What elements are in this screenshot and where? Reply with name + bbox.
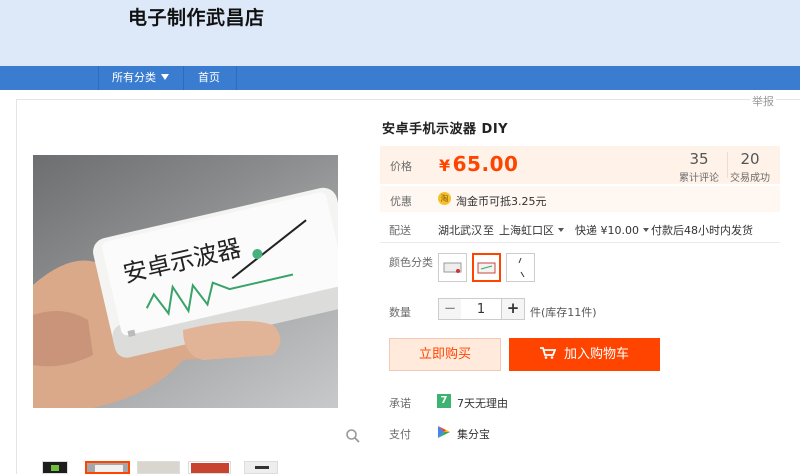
sales-stat: 20 交易成功 bbox=[728, 150, 772, 184]
nav-divider bbox=[236, 66, 237, 90]
ship-from: 湖北武汉 bbox=[438, 224, 482, 237]
color-option-3[interactable] bbox=[506, 253, 535, 282]
sales-count: 20 bbox=[740, 150, 760, 168]
buy-now-button[interactable]: 立即购买 bbox=[389, 338, 501, 371]
main-product-image[interactable]: 安卓示波器 bbox=[33, 155, 338, 408]
ship-to-word: 至 bbox=[483, 224, 494, 237]
thumbnail[interactable] bbox=[85, 461, 130, 474]
quantity-label: 数量 bbox=[389, 306, 411, 319]
sales-label: 交易成功 bbox=[730, 173, 770, 184]
shipping-row: 配送 湖北武汉 至 上海虹口区 快递 ¥10.00 付款后48小时内发货 bbox=[380, 214, 780, 243]
thumbnail[interactable] bbox=[244, 461, 278, 474]
color-label: 颜色分类 bbox=[389, 256, 433, 269]
thumbnail[interactable] bbox=[137, 461, 180, 474]
reviews-label: 累计评论 bbox=[679, 173, 719, 184]
product-title: 安卓手机示波器 DIY bbox=[382, 122, 509, 137]
promise-text[interactable]: 7天无理由 bbox=[457, 395, 508, 411]
price-value: ¥65.00 bbox=[439, 152, 519, 176]
promo-row: 优惠 淘 淘金币可抵3.25元 bbox=[380, 186, 780, 212]
nav-home[interactable]: 首页 bbox=[198, 66, 220, 90]
stock-text: 件(库存11件) bbox=[530, 306, 597, 319]
ship-time: 付款后48小时内发货 bbox=[651, 224, 753, 237]
thumbnail[interactable] bbox=[188, 461, 231, 474]
chevron-down-icon bbox=[643, 228, 649, 232]
color-option-1[interactable] bbox=[438, 253, 467, 282]
thumbnail[interactable] bbox=[42, 461, 68, 474]
quantity-decrease-button[interactable]: − bbox=[438, 298, 462, 320]
chevron-down-icon bbox=[558, 228, 564, 232]
ship-method-select[interactable]: 快递 ¥10.00 bbox=[575, 222, 649, 238]
quantity-increase-button[interactable]: + bbox=[501, 298, 525, 320]
taojinbi-coin-icon: 淘 bbox=[438, 192, 451, 205]
nav-all-categories-label: 所有分类 bbox=[112, 71, 156, 84]
payment-text: 集分宝 bbox=[457, 428, 490, 441]
ship-to-select[interactable]: 上海虹口区 bbox=[499, 222, 564, 238]
payment-label: 支付 bbox=[389, 428, 411, 441]
caret-down-icon bbox=[161, 74, 169, 80]
product-photo: 安卓示波器 bbox=[33, 187, 338, 408]
reviews-stat[interactable]: 35 累计评论 bbox=[671, 150, 727, 184]
add-to-cart-button[interactable]: 加入购物车 bbox=[509, 338, 660, 371]
nav-bar: 所有分类 首页 bbox=[0, 66, 800, 90]
add-to-cart-label: 加入购物车 bbox=[563, 347, 629, 362]
price-panel: 价格 ¥65.00 35 累计评论 20 交易成功 bbox=[380, 146, 780, 184]
magnifier-icon[interactable] bbox=[345, 428, 361, 444]
reviews-count: 35 bbox=[689, 150, 709, 168]
report-link[interactable]: 举报 bbox=[750, 93, 776, 109]
jifenbao-icon bbox=[438, 426, 450, 438]
shipping-label: 配送 bbox=[389, 224, 411, 237]
cart-icon bbox=[539, 347, 556, 359]
quantity-input[interactable] bbox=[461, 298, 501, 320]
color-option-2[interactable] bbox=[472, 253, 501, 282]
promo-label: 优惠 bbox=[390, 195, 412, 208]
nav-divider bbox=[183, 66, 184, 90]
shop-header: 电子制作武昌店 bbox=[0, 0, 800, 66]
promise-label: 承诺 bbox=[389, 397, 411, 410]
promo-text: 淘金币可抵3.25元 bbox=[456, 195, 547, 208]
price-label: 价格 bbox=[390, 160, 412, 173]
seven-days-return-icon: 7 bbox=[437, 394, 451, 408]
nav-all-categories[interactable]: 所有分类 bbox=[98, 66, 183, 90]
shop-name[interactable]: 电子制作武昌店 bbox=[128, 3, 265, 30]
